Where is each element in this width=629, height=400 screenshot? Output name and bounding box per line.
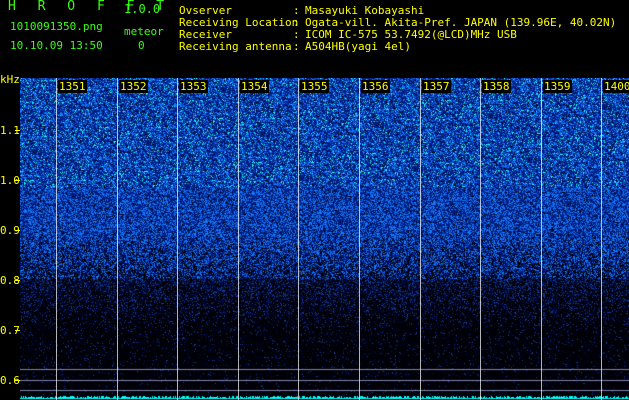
header-panel: H R O F F T 1.0.0 1010091350.png meteor … <box>0 0 629 78</box>
y-axis-tick <box>15 280 20 281</box>
time-label: 1359 <box>543 80 572 93</box>
y-axis-tick <box>15 180 20 181</box>
minute-line <box>117 78 118 400</box>
y-axis-tick <box>15 230 20 231</box>
time-label: 1400 <box>603 80 629 93</box>
minute-line <box>601 78 602 400</box>
y-axis-tick <box>15 330 20 331</box>
filename-label: 1010091350.png <box>10 20 103 33</box>
meteor-label: meteor <box>124 25 164 38</box>
antenna-label: Receiving antenna <box>179 40 292 53</box>
app-version: 1.0.0 <box>124 2 161 16</box>
time-label: 1353 <box>179 80 208 93</box>
time-label: 1357 <box>422 80 451 93</box>
y-axis-tick <box>15 130 20 131</box>
minute-line <box>359 78 360 400</box>
minute-line <box>177 78 178 400</box>
time-label: 1356 <box>361 80 390 93</box>
y-axis-tick <box>15 380 20 381</box>
time-label: 1352 <box>119 80 148 93</box>
antenna-value: A504HB(yagi 4el) <box>305 40 411 53</box>
minute-line <box>420 78 421 400</box>
time-label: 1355 <box>300 80 329 93</box>
minute-line <box>56 78 57 400</box>
meteor-count: 0 <box>138 39 145 52</box>
antenna-row: Receiving antenna: A504HB(yagi 4el) <box>179 41 411 53</box>
antenna-separator: : <box>293 40 300 53</box>
minute-line <box>480 78 481 400</box>
time-label: 1354 <box>240 80 269 93</box>
time-label: 1351 <box>58 80 87 93</box>
time-label: 1358 <box>482 80 511 93</box>
y-axis-unit: kHz <box>0 73 20 86</box>
datetime-label: 10.10.09 13:50 <box>10 39 103 52</box>
minute-line <box>541 78 542 400</box>
minute-line <box>238 78 239 400</box>
minute-line <box>298 78 299 400</box>
spectrogram-canvas <box>20 78 629 400</box>
